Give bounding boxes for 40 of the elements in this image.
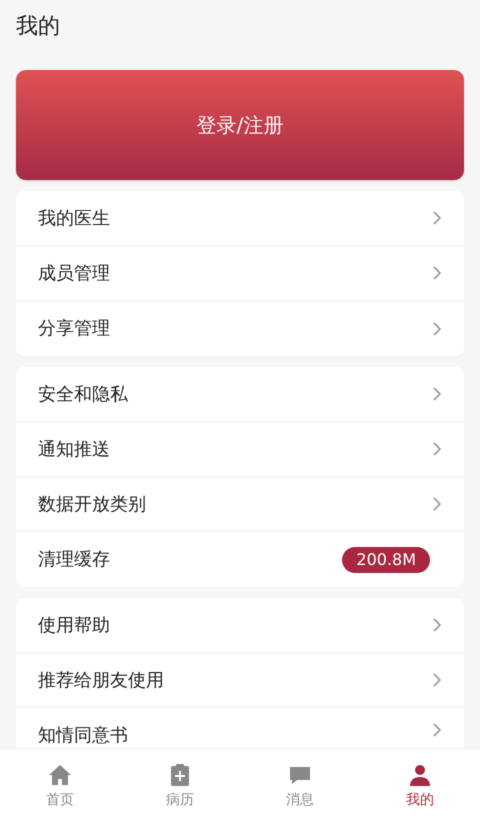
tab-label: 我的 [406, 790, 434, 810]
menu-label: 知情同意书 [38, 724, 128, 748]
menu-label: 通知推送 [38, 438, 110, 462]
menu-item[interactable]: 数据开放类别 [16, 477, 464, 532]
chevron-icon [432, 320, 442, 336]
menu-label: 使用帮助 [38, 614, 110, 638]
chevron-icon [432, 210, 442, 226]
menu-label: 推荐给朋友使用 [38, 668, 164, 692]
menu-label: 清理缓存 [38, 548, 110, 572]
tab-item[interactable]: 消息 [240, 749, 360, 823]
cache-size: 200.8M [342, 546, 430, 572]
menu-label: 安全和隐私 [38, 382, 128, 406]
tab-item[interactable]: 我的 [360, 749, 480, 823]
chevron-icon [432, 672, 442, 688]
login-button[interactable]: 登录/注册 [16, 70, 464, 180]
tab-label: 首页 [46, 790, 74, 810]
chevron-icon [432, 496, 442, 512]
tab-item[interactable]: 首页 [0, 749, 120, 823]
menu-item[interactable]: 使用帮助 [16, 598, 464, 653]
chevron-icon [432, 722, 442, 738]
chevron-icon [432, 617, 442, 633]
menu-item[interactable]: 成员管理 [16, 246, 464, 301]
chevron-icon [432, 265, 442, 281]
tab-item[interactable]: 病历 [120, 749, 240, 823]
menu-label: 数据开放类别 [38, 492, 146, 516]
tab-label: 病历 [166, 790, 194, 810]
chevron-icon [432, 386, 442, 402]
menu-item[interactable]: 通知推送 [16, 422, 464, 477]
menu-item[interactable]: 推荐给朋友使用 [16, 653, 464, 708]
menu-item[interactable]: 安全和隐私 [16, 367, 464, 422]
menu-label: 我的医生 [38, 206, 110, 230]
chevron-icon [432, 441, 442, 457]
menu-label: 分享管理 [38, 317, 110, 341]
menu-item[interactable]: 清理缓存 200.8M [16, 532, 464, 587]
tab-label: 消息 [286, 790, 314, 810]
menu-item[interactable]: 分享管理 [16, 301, 464, 356]
menu-label: 成员管理 [38, 262, 110, 286]
menu-item[interactable]: 知情同意书 [16, 708, 464, 748]
menu-item[interactable]: 我的医生 [16, 191, 464, 246]
page-title: 我的 [16, 13, 61, 41]
